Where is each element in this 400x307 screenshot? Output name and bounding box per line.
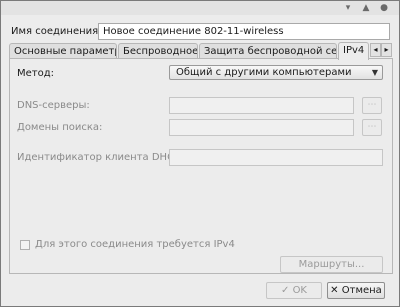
- cancel-button-label: Отмена: [341, 285, 382, 296]
- tab-bar: Основные параметры Беспроводное Защита б…: [9, 42, 393, 60]
- search-domains-input[interactable]: [169, 119, 354, 136]
- connection-name-input[interactable]: Новое соединение 802-11-wireless: [98, 23, 390, 40]
- tab-ipv4[interactable]: IPv4: [338, 42, 369, 60]
- search-domains-edit-button[interactable]: ⋯: [362, 119, 382, 136]
- cancel-icon: ✕: [330, 285, 339, 296]
- title-bar: ▾ ▲ ●: [1, 1, 399, 15]
- edit-icon: ⋯: [367, 100, 377, 110]
- checkmark-icon: ✓: [280, 285, 290, 296]
- connection-name-label: Имя соединения:: [11, 26, 102, 37]
- tab-scroll-left-icon[interactable]: ◂: [370, 43, 381, 57]
- dns-servers-input[interactable]: [169, 97, 354, 114]
- ipv4-settings-pane: Метод: Общий с другими компьютерами ▼ DN…: [9, 58, 393, 274]
- maximize-icon[interactable]: ▲: [361, 3, 371, 13]
- connection-editor-window: ▾ ▲ ● Имя соединения: Новое соединение 8…: [0, 0, 400, 307]
- dhcp-client-id-label: Идентификатор клиента DHCP:: [17, 152, 184, 163]
- method-label: Метод:: [17, 68, 55, 79]
- ok-button-label: OK: [292, 285, 307, 296]
- dns-servers-label: DNS-серверы:: [17, 100, 90, 111]
- method-select[interactable]: Общий с другими компьютерами ▼: [169, 65, 383, 80]
- dns-edit-button[interactable]: ⋯: [362, 97, 382, 114]
- connection-name-row: Имя соединения: Новое соединение 802-11-…: [9, 23, 390, 41]
- method-select-value: Общий с другими компьютерами: [176, 67, 352, 78]
- tab-general[interactable]: Основные параметры: [9, 43, 117, 59]
- require-ipv4-label: Для этого соединения требуется IPv4: [35, 239, 235, 250]
- edit-icon: ⋯: [367, 122, 377, 132]
- tab-wireless[interactable]: Беспроводное: [118, 43, 198, 59]
- require-ipv4-checkbox[interactable]: [20, 240, 30, 250]
- search-domains-label: Домены поиска:: [17, 122, 103, 133]
- close-icon[interactable]: ●: [379, 3, 389, 13]
- ok-button[interactable]: ✓ OK: [266, 282, 322, 299]
- routes-button[interactable]: Маршруты...: [280, 256, 383, 273]
- minimize-icon[interactable]: ▾: [343, 3, 353, 13]
- cancel-button[interactable]: ✕ Отмена: [327, 282, 385, 299]
- chevron-down-icon: ▼: [371, 68, 378, 77]
- tab-scroll-right-icon[interactable]: ▸: [381, 43, 392, 57]
- tab-wireless-security[interactable]: Защита беспроводной сети: [199, 43, 337, 59]
- dhcp-client-id-input[interactable]: [169, 149, 383, 166]
